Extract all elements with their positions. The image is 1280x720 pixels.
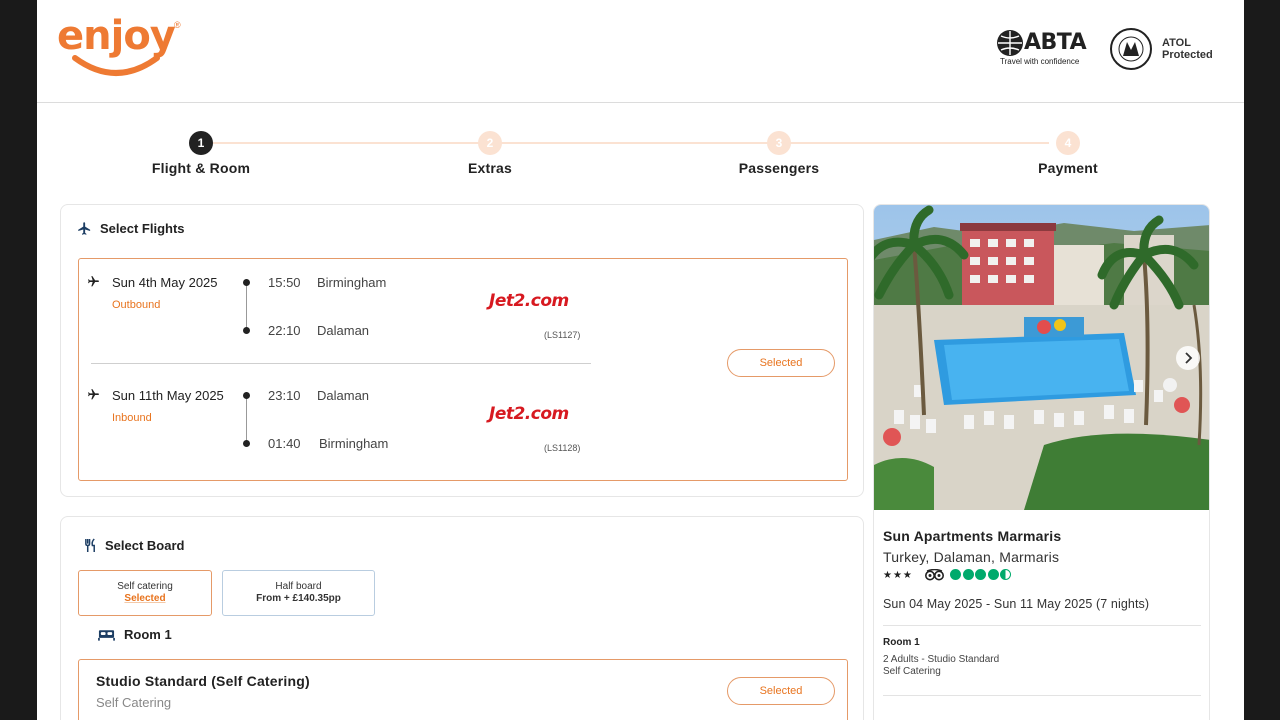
select-flights-heading: Select Flights bbox=[77, 221, 185, 236]
depart-time: 23:10 bbox=[268, 388, 301, 403]
arrive-place: Birmingham bbox=[319, 436, 389, 451]
section-title: Select Flights bbox=[100, 221, 185, 236]
rating-bubble-half bbox=[1000, 569, 1012, 580]
select-board-heading: Select Board bbox=[84, 538, 184, 553]
atol-line-2: Protected bbox=[1162, 49, 1213, 61]
step-number: 1 bbox=[189, 131, 213, 155]
atol-badge: ATOL Protected bbox=[1110, 27, 1240, 71]
bed-icon bbox=[98, 629, 115, 641]
logo-wordmark: enjoy bbox=[57, 13, 176, 59]
flight-number: (LS1127) bbox=[544, 330, 581, 340]
hotel-photo[interactable] bbox=[874, 205, 1210, 510]
logo-registered-mark: ® bbox=[174, 20, 181, 30]
board-option-self-catering[interactable]: Self catering Selected bbox=[78, 570, 212, 616]
step-label: Extras bbox=[467, 160, 512, 176]
leg-direction: Outbound bbox=[112, 299, 161, 311]
board-option-status: Selected bbox=[124, 593, 166, 604]
step-label: Payment bbox=[1038, 160, 1098, 176]
atol-line-1: ATOL bbox=[1162, 37, 1191, 49]
step-payment[interactable]: 4 Payment bbox=[968, 131, 1168, 176]
arrive-time: 22:10 bbox=[268, 323, 301, 338]
rating-bubble bbox=[962, 569, 974, 580]
plane-icon bbox=[88, 276, 99, 287]
flight-option[interactable]: Sun 4th May 2025 Outbound 15:50 Birmingh… bbox=[78, 258, 848, 481]
step-number: 4 bbox=[1056, 131, 1080, 155]
progress-line bbox=[213, 142, 1049, 144]
step-label: Passengers bbox=[738, 160, 820, 176]
room-label: Room 1 bbox=[124, 627, 172, 642]
atol-seal-icon bbox=[1110, 28, 1152, 70]
timeline-line bbox=[246, 392, 247, 444]
flight-selected-button[interactable]: Selected bbox=[727, 349, 835, 377]
booking-progress-steps: 1 Flight & Room 2 Extras 3 Passengers 4 … bbox=[37, 125, 1244, 185]
abta-badge: ABTA Travel with confidence bbox=[997, 30, 1087, 70]
rating-bubble bbox=[975, 569, 987, 580]
summary-room-title: Room 1 bbox=[883, 637, 920, 648]
flight-number: (LS1128) bbox=[544, 443, 581, 453]
timeline-line bbox=[246, 279, 247, 331]
arrive-place: Dalaman bbox=[317, 323, 370, 338]
room-board-type: Self Catering bbox=[96, 695, 172, 710]
divider bbox=[883, 625, 1201, 626]
rating-bubble bbox=[987, 569, 999, 580]
board-option-half-board[interactable]: Half board From + £140.35pp bbox=[222, 570, 375, 616]
leg-divider bbox=[91, 363, 591, 364]
hotel-name: Sun Apartments Marmaris bbox=[883, 528, 1062, 544]
hotel-summary: Sun Apartments Marmaris Turkey, Dalaman,… bbox=[873, 204, 1210, 720]
room-name: Studio Standard (Self Catering) bbox=[96, 673, 310, 689]
divider bbox=[883, 695, 1201, 696]
timeline-dot bbox=[243, 327, 250, 334]
step-label: Flight & Room bbox=[151, 160, 251, 176]
logo-smile-icon bbox=[72, 55, 160, 76]
enjoy-logo[interactable]: enjoy ® bbox=[57, 14, 187, 82]
jet2-logo: Jet2.com bbox=[489, 404, 569, 424]
outbound-leg: Sun 4th May 2025 Outbound 15:50 Birmingh… bbox=[79, 261, 849, 351]
abta-name: ABTA bbox=[1024, 30, 1087, 55]
room-option[interactable]: Studio Standard (Self Catering) Self Cat… bbox=[78, 659, 848, 720]
arrive-time: 01:40 bbox=[268, 436, 301, 451]
abta-globe-icon bbox=[997, 30, 1023, 56]
abta-tagline: Travel with confidence bbox=[1000, 57, 1080, 66]
site-header: enjoy ® ABTA Travel with confidence ATOL… bbox=[37, 0, 1244, 103]
cutlery-icon bbox=[85, 538, 95, 552]
depart-place: Birmingham bbox=[317, 275, 387, 290]
step-passengers[interactable]: 3 Passengers bbox=[679, 131, 879, 176]
leg-date: Sun 11th May 2025 bbox=[112, 388, 224, 403]
depart-place: Dalaman bbox=[317, 388, 370, 403]
step-number: 2 bbox=[478, 131, 502, 155]
depart-time: 15:50 bbox=[268, 275, 301, 290]
timeline-dot bbox=[243, 279, 250, 286]
room-selected-button[interactable]: Selected bbox=[727, 677, 835, 705]
chevron-right-icon bbox=[1185, 352, 1193, 364]
next-photo-button[interactable] bbox=[1176, 346, 1200, 370]
tripadvisor-rating bbox=[950, 569, 1013, 580]
timeline-dot bbox=[243, 392, 250, 399]
plane-icon bbox=[88, 389, 99, 400]
hotel-star-rating: ★★★ bbox=[883, 570, 913, 581]
section-title: Select Board bbox=[105, 538, 185, 553]
inbound-leg: Sun 11th May 2025 Inbound 23:10 Dalaman … bbox=[79, 374, 849, 464]
hotel-location: Turkey, Dalaman, Marmaris bbox=[883, 549, 1060, 565]
plane-icon bbox=[78, 222, 91, 235]
leg-date: Sun 4th May 2025 bbox=[112, 275, 218, 290]
summary-room-occupancy: 2 Adults - Studio Standard bbox=[883, 654, 1000, 665]
leg-direction: Inbound bbox=[112, 412, 152, 424]
board-option-name: Self catering bbox=[117, 581, 173, 592]
step-number: 3 bbox=[767, 131, 791, 155]
step-extras[interactable]: 2 Extras bbox=[390, 131, 590, 176]
jet2-logo: Jet2.com bbox=[489, 291, 569, 311]
step-flight-room[interactable]: 1 Flight & Room bbox=[101, 131, 301, 176]
booking-page: enjoy ® ABTA Travel with confidence ATOL… bbox=[37, 0, 1244, 720]
stay-dates: Sun 04 May 2025 - Sun 11 May 2025 (7 nig… bbox=[883, 597, 1150, 611]
select-board-card: Select Board Self catering Selected Half… bbox=[60, 516, 864, 720]
summary-room-details: 2 Adults - Studio Standard Self Catering bbox=[883, 654, 999, 678]
room-heading: Room 1 bbox=[98, 627, 172, 642]
board-option-price: From + £140.35pp bbox=[256, 593, 341, 604]
tripadvisor-owl-icon bbox=[925, 569, 944, 581]
timeline-dot bbox=[243, 440, 250, 447]
select-flights-card: Select Flights Sun 4th May 2025 Outbound… bbox=[60, 204, 864, 497]
board-option-name: Half board bbox=[275, 581, 322, 592]
summary-room-board: Self Catering bbox=[883, 666, 941, 677]
rating-bubble bbox=[950, 569, 961, 580]
